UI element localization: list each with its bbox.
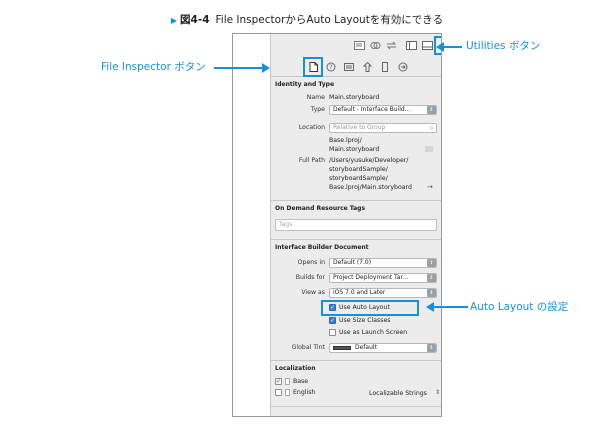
type-value: Default - Interface Build... — [333, 106, 411, 113]
toolbar — [271, 34, 441, 57]
name-value: Main.storyboard — [329, 94, 380, 101]
help-icon[interactable]: ? — [323, 59, 339, 75]
location-path-line-1: Base.lproj/ — [329, 137, 362, 144]
separator — [271, 406, 441, 407]
name-label: Name — [306, 94, 325, 101]
localization-value-arrow-icon: ⇕ — [435, 389, 441, 396]
localization-row[interactable]: ✓ Base — [275, 378, 308, 385]
folder-icon[interactable] — [425, 146, 433, 152]
align-left-icon[interactable] — [351, 38, 367, 52]
full-path-line-1: /Users/yusuke/Developer/ — [329, 157, 409, 164]
checkbox-checked-icon: ✓ — [329, 316, 336, 324]
separator — [271, 239, 441, 240]
on-demand-section-heading: On Demand Resource Tags — [275, 205, 366, 212]
identity-section-heading: Identity and Type — [275, 81, 335, 88]
use-as-launch-screen-label: Use as Launch Screen — [339, 329, 408, 336]
auto-layout-annotation: Auto Layout の設定 — [470, 301, 569, 313]
global-tint-popup-arrow-icon: ⇕ — [427, 344, 436, 352]
utilities-area: ? Identity and Type Name Main.storyboard… — [271, 34, 441, 416]
tags-placeholder: Tags — [279, 221, 293, 228]
location-popup[interactable]: Relative to Group ◇ — [329, 123, 437, 133]
type-label: Type — [310, 106, 325, 113]
full-path-label: Full Path — [298, 157, 325, 164]
localization-name: English — [293, 389, 316, 396]
type-popup-arrow-icon: ⇕ — [427, 106, 436, 114]
global-tint-popup[interactable]: Default ⇕ — [329, 343, 437, 353]
full-path-line-2: storyboardSample/ — [329, 166, 388, 173]
utilities-arrowhead-icon — [436, 42, 444, 52]
caption-triangle-icon: ▶ — [170, 16, 178, 25]
reveal-arrow-icon[interactable]: → — [427, 183, 433, 191]
builds-for-value: Project Deployment Tar... — [333, 274, 409, 281]
location-path-line-2: Main.storyboard — [329, 146, 380, 153]
identity-icon[interactable] — [341, 59, 357, 75]
file-icon — [285, 389, 290, 396]
tags-field[interactable]: Tags — [275, 219, 437, 231]
full-path-line-3: storyboardSample/ — [329, 175, 388, 182]
view-as-label: View as — [301, 289, 325, 296]
auto-layout-arrowhead-icon — [426, 302, 434, 312]
editor-area — [233, 34, 271, 416]
separator — [271, 200, 441, 201]
use-size-classes-label: Use Size Classes — [339, 317, 391, 324]
opens-in-popup[interactable]: Default (7.0) ⇕ — [329, 258, 437, 268]
builds-for-label: Builds for — [295, 274, 325, 281]
file-inspector-highlight — [303, 57, 323, 77]
location-popup-arrow-icon: ◇ — [429, 125, 434, 131]
opens-in-popup-arrow-icon: ⇕ — [427, 259, 436, 267]
file-inspector-arrowhead-icon — [262, 63, 270, 73]
location-value: Relative to Group — [333, 124, 386, 131]
debug-panel-icon[interactable] — [419, 38, 435, 52]
use-size-classes-checkbox[interactable]: ✓ Use Size Classes — [329, 317, 391, 324]
checkbox-unchecked-icon — [275, 389, 282, 396]
global-tint-value: Default — [355, 344, 377, 351]
localization-name: Base — [293, 378, 309, 385]
global-tint-label: Global Tint — [291, 344, 325, 351]
figure-number: 図4-4 — [180, 14, 210, 26]
localization-section-heading: Localization — [275, 365, 316, 372]
separator — [271, 360, 441, 361]
use-as-launch-screen-checkbox[interactable]: Use as Launch Screen — [329, 329, 407, 336]
ib-document-section-heading: Interface Builder Document — [275, 244, 369, 251]
builds-for-popup-arrow-icon: ⇕ — [427, 274, 436, 282]
link-icon[interactable] — [367, 38, 383, 52]
inspector-tab-bar: ? — [271, 57, 441, 77]
utilities-annotation: Utilities ボタン — [466, 40, 541, 52]
opens-in-value: Default (7.0) — [333, 259, 372, 266]
builds-for-popup[interactable]: Project Deployment Tar... ⇕ — [329, 273, 437, 283]
file-inspector-annotation-line — [214, 67, 264, 69]
checkbox-unchecked-icon — [329, 329, 336, 336]
auto-layout-highlight — [321, 300, 419, 316]
opens-in-label: Opens in — [297, 259, 325, 266]
size-icon[interactable] — [377, 59, 393, 75]
attributes-icon[interactable] — [359, 59, 375, 75]
file-icon — [285, 378, 290, 385]
full-path-line-4: Base.lproj/Main.storyboard — [329, 184, 412, 191]
localization-value[interactable]: Localizable Strings — [369, 390, 427, 397]
xcode-inspector-panel: ? Identity and Type Name Main.storyboard… — [232, 33, 442, 417]
checkbox-checked-icon: ✓ — [275, 377, 282, 385]
file-inspector-annotation: File Inspector ボタン — [101, 61, 206, 73]
view-as-popup[interactable]: iOS 7.0 and Later ⇕ — [329, 288, 437, 298]
back-forward-icon[interactable] — [383, 38, 399, 52]
view-as-popup-arrow-icon: ⇕ — [427, 289, 436, 297]
figure-caption: ▶ 図4-4 File InspectorからAuto Layoutを有効にできる — [0, 12, 614, 27]
type-popup[interactable]: Default - Interface Build... ⇕ — [329, 105, 437, 115]
location-label: Location — [298, 124, 325, 131]
localization-row[interactable]: English — [275, 389, 315, 396]
connections-icon[interactable] — [395, 59, 411, 75]
navigator-panel-icon[interactable] — [403, 38, 419, 52]
view-as-value: iOS 7.0 and Later — [333, 289, 386, 296]
tint-swatch-icon — [333, 345, 351, 350]
auto-layout-annotation-line — [430, 306, 468, 308]
svg-text:?: ? — [329, 64, 332, 71]
caption-text: File InspectorからAuto Layoutを有効にできる — [215, 14, 444, 26]
